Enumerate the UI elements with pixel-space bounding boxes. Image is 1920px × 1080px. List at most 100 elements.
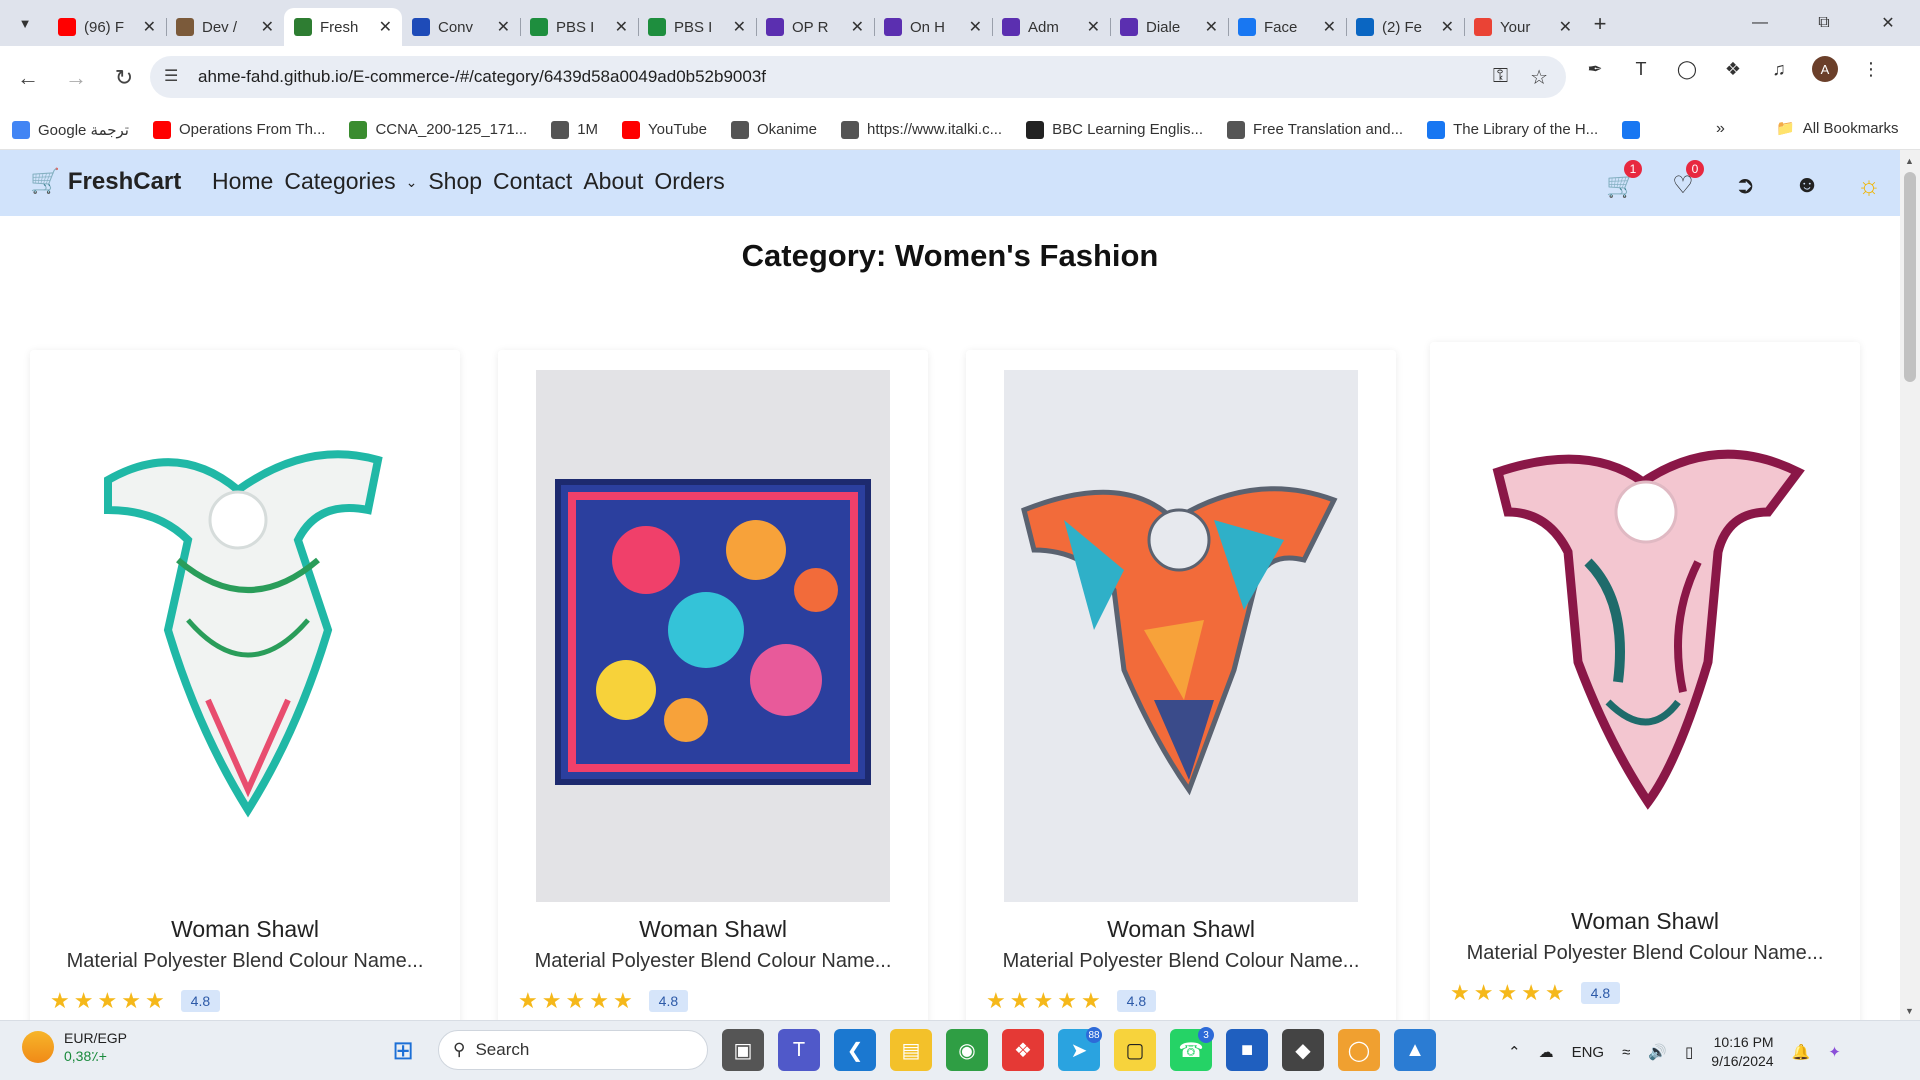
menu-kebab-icon[interactable]: ⋮: [1858, 56, 1884, 82]
forward-button[interactable]: →: [56, 58, 96, 98]
close-tab-icon[interactable]: ✕: [1441, 17, 1454, 37]
bookmark-item[interactable]: Google ترجمة: [12, 120, 129, 139]
unity-icon[interactable]: ◆: [1282, 1029, 1324, 1071]
app-circle-icon[interactable]: ◯: [1338, 1029, 1380, 1071]
wifi-icon[interactable]: ≈: [1622, 1044, 1630, 1061]
product-card[interactable]: Woman Shawl Material Polyester Blend Col…: [498, 350, 928, 1020]
nav-categories[interactable]: Categories ⌄: [284, 166, 417, 197]
bookmark-star-icon[interactable]: ☆: [1530, 65, 1548, 90]
password-key-icon[interactable]: ⚿: [1493, 65, 1508, 90]
brand-logo[interactable]: 🛒 FreshCart: [30, 167, 181, 196]
page-scrollbar[interactable]: ▲ ▼: [1900, 150, 1920, 1020]
nav-contact[interactable]: Contact: [493, 166, 572, 197]
chrome-icon[interactable]: ◉: [946, 1029, 988, 1071]
teams-icon[interactable]: T: [778, 1029, 820, 1071]
photos-icon[interactable]: ▲: [1394, 1029, 1436, 1071]
reload-button[interactable]: ↻: [104, 58, 144, 98]
more-bookmarks-icon[interactable]: »: [1716, 120, 1725, 138]
close-tab-icon[interactable]: ✕: [615, 17, 628, 37]
windows-start-icon[interactable]: ⊞: [382, 1029, 424, 1071]
product-image[interactable]: [1004, 370, 1358, 902]
text-extension-icon[interactable]: T: [1628, 56, 1654, 82]
close-window-button[interactable]: ✕: [1856, 0, 1920, 46]
site-info-icon[interactable]: ☰: [164, 66, 178, 86]
product-card[interactable]: Woman Shawl Material Polyester Blend Col…: [966, 350, 1396, 1020]
task-view-icon[interactable]: ▣: [722, 1029, 764, 1071]
whatsapp-icon[interactable]: ☎ 3: [1170, 1027, 1214, 1071]
product-image[interactable]: [68, 370, 422, 902]
bookmark-item[interactable]: Okanime: [731, 120, 817, 139]
new-tab-button[interactable]: +: [1582, 6, 1618, 42]
volume-icon[interactable]: 🔊: [1648, 1043, 1667, 1061]
wishlist-button[interactable]: ♡ 0: [1652, 160, 1714, 202]
browser-tab[interactable]: On H ✕: [874, 8, 992, 46]
bookmark-item[interactable]: 1M: [551, 120, 598, 139]
browser-tab[interactable]: Face ✕: [1228, 8, 1346, 46]
close-tab-icon[interactable]: ✕: [1559, 17, 1572, 37]
sticky-notes-icon[interactable]: ▢: [1114, 1029, 1156, 1071]
minimize-button[interactable]: —: [1728, 0, 1792, 46]
product-card[interactable]: Woman Shawl Material Polyester Blend Col…: [1430, 342, 1860, 1020]
close-tab-icon[interactable]: ✕: [261, 17, 274, 37]
browser-tab[interactable]: Dev / ✕: [166, 8, 284, 46]
notification-bell-icon[interactable]: 🔔: [1792, 1043, 1811, 1061]
close-tab-icon[interactable]: ✕: [379, 17, 392, 37]
browser-tab[interactable]: Fresh ✕: [284, 8, 402, 46]
close-tab-icon[interactable]: ✕: [497, 17, 510, 37]
clock[interactable]: 10:16 PM 9/16/2024: [1711, 1033, 1773, 1071]
address-bar[interactable]: ☰ ahme-fahd.github.io/E-commerce-/#/cate…: [150, 56, 1566, 98]
copilot-icon[interactable]: ✦: [1828, 1043, 1841, 1061]
browser-tab[interactable]: Diale ✕: [1110, 8, 1228, 46]
scroll-up-arrow[interactable]: ▲: [1905, 156, 1914, 166]
scroll-down-arrow[interactable]: ▼: [1905, 1006, 1914, 1016]
bookmark-item[interactable]: BBC Learning Englis...: [1026, 120, 1203, 139]
battery-icon[interactable]: ▯: [1685, 1043, 1693, 1061]
profile-button[interactable]: ☻: [1776, 168, 1838, 202]
nav-home[interactable]: Home: [212, 166, 273, 197]
vscode-icon[interactable]: ❮: [834, 1029, 876, 1071]
logout-button[interactable]: ➲: [1714, 168, 1776, 202]
nav-about[interactable]: About: [583, 166, 643, 197]
close-tab-icon[interactable]: ✕: [1205, 17, 1218, 37]
cart-button[interactable]: 🛒 1: [1590, 160, 1652, 202]
taskbar-search[interactable]: ⚲ Search: [438, 1030, 708, 1070]
chevron-up-icon[interactable]: ⌃: [1508, 1043, 1521, 1061]
product-image[interactable]: [1468, 362, 1822, 894]
bookmark-item[interactable]: https://www.italki.c...: [841, 120, 1002, 139]
close-tab-icon[interactable]: ✕: [969, 17, 982, 37]
browser-tab[interactable]: PBS I ✕: [638, 8, 756, 46]
profile-avatar[interactable]: A: [1812, 56, 1838, 82]
theme-toggle-button[interactable]: ☼: [1838, 168, 1900, 202]
bookmark-item[interactable]: Operations From Th...: [152, 120, 325, 139]
restore-button[interactable]: ⧉: [1792, 0, 1856, 46]
store-icon[interactable]: ■: [1226, 1029, 1268, 1071]
browser-tab[interactable]: Your ✕: [1464, 8, 1582, 46]
eyedropper-extension-icon[interactable]: ✒: [1582, 56, 1608, 82]
browser-tab[interactable]: OP R ✕: [756, 8, 874, 46]
bookmark-item[interactable]: CCNA_200-125_171...: [349, 120, 527, 139]
all-bookmarks-button[interactable]: 📁 All Bookmarks: [1776, 119, 1899, 138]
product-card[interactable]: Woman Shawl Material Polyester Blend Col…: [30, 350, 460, 1020]
browser-tab[interactable]: (2) Fe ✕: [1346, 8, 1464, 46]
file-explorer-icon[interactable]: ▤: [890, 1029, 932, 1071]
close-tab-icon[interactable]: ✕: [143, 17, 156, 37]
product-image[interactable]: [536, 370, 890, 902]
nav-orders[interactable]: Orders: [654, 166, 724, 197]
bookmark-item[interactable]: Free Translation and...: [1227, 120, 1403, 139]
ticker-widget[interactable]: EUR/EGP 0,38٪+: [22, 1029, 127, 1065]
bookmark-item[interactable]: [1622, 120, 1648, 139]
circle-extension-icon[interactable]: ◯: [1674, 56, 1700, 82]
onedrive-icon[interactable]: ☁: [1539, 1043, 1554, 1061]
nav-shop[interactable]: Shop: [428, 166, 482, 197]
back-button[interactable]: ←: [8, 58, 48, 98]
browser-tab[interactable]: Conv ✕: [402, 8, 520, 46]
browser-tab[interactable]: PBS I ✕: [520, 8, 638, 46]
close-tab-icon[interactable]: ✕: [851, 17, 864, 37]
scroll-thumb[interactable]: [1904, 172, 1916, 382]
close-tab-icon[interactable]: ✕: [733, 17, 746, 37]
media-controls-icon[interactable]: ♫: [1766, 56, 1792, 82]
telegram-icon[interactable]: ➤ 88: [1058, 1027, 1102, 1071]
url-text[interactable]: ahme-fahd.github.io/E-commerce-/#/catego…: [198, 67, 766, 87]
bookmark-item[interactable]: YouTube: [622, 120, 707, 139]
close-tab-icon[interactable]: ✕: [1087, 17, 1100, 37]
